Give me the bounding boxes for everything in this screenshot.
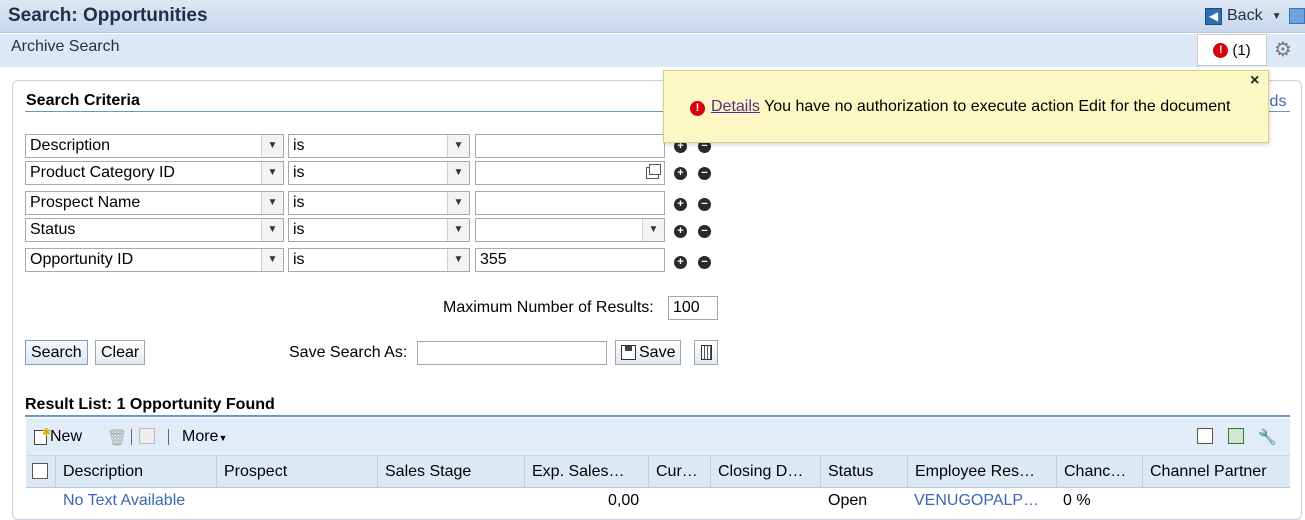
table-row	[26, 489, 1290, 515]
subtitle-bar	[0, 34, 1305, 67]
result-list-title: Result List: 1 Opportunity Found	[25, 396, 275, 413]
remove-row-icon[interactable]: −	[698, 256, 711, 269]
column-header-closing-date[interactable]: Closing D…	[710, 456, 820, 488]
criteria-operator-select[interactable]: is ▼	[288, 134, 470, 158]
result-employee-link[interactable]: VENUGOPALP…	[914, 492, 1039, 510]
dropdown-arrow-icon[interactable]: ▼	[642, 219, 664, 241]
personalize-wrench-icon[interactable]: 🔧	[1258, 428, 1277, 446]
criteria-value-input[interactable]	[475, 134, 665, 158]
fields-link[interactable]: lds	[1266, 93, 1286, 111]
exit-icon[interactable]	[1289, 8, 1305, 24]
criteria-field-select[interactable]: Opportunity ID ▼	[25, 248, 284, 272]
page-subtitle: Archive Search	[11, 38, 120, 55]
dropdown-arrow-icon[interactable]: ▼	[261, 249, 283, 271]
criteria-field-select[interactable]: Status ▼	[25, 218, 284, 242]
save-search-label: Save Search As:	[289, 344, 408, 361]
column-header-chance[interactable]: Chanc…	[1056, 456, 1142, 488]
column-header-channel-partner[interactable]: Channel Partner	[1142, 456, 1290, 488]
opportunity-id-input[interactable]: 355	[475, 248, 665, 272]
error-icon: !	[1213, 42, 1229, 58]
message-count: (1)	[1232, 41, 1251, 59]
back-label: Back	[1227, 7, 1263, 24]
gear-icon[interactable]: ⚙	[1274, 40, 1294, 60]
dropdown-arrow-icon[interactable]: ▼	[261, 219, 283, 241]
chevron-down-icon: ▼	[218, 433, 228, 443]
criteria-operator-select[interactable]: is ▼	[288, 218, 470, 242]
result-chance: 0 %	[1063, 492, 1091, 509]
column-header-exp-sales[interactable]: Exp. Sales…	[524, 456, 648, 488]
chart-icon[interactable]	[1197, 428, 1213, 444]
value-help-icon[interactable]	[646, 164, 661, 179]
result-status: Open	[828, 492, 868, 509]
new-button[interactable]: ✱ New	[34, 427, 82, 446]
toolbar-separator	[168, 429, 169, 445]
criteria-operator-select[interactable]: is ▼	[288, 161, 470, 185]
add-row-icon[interactable]: +	[674, 198, 687, 211]
column-header-status[interactable]: Status	[820, 456, 907, 488]
search-criteria-title: Search Criteria	[26, 92, 140, 109]
max-results-label: Maximum Number of Results:	[443, 299, 654, 316]
result-exp-sales: 0,00	[608, 492, 640, 509]
criteria-operator-select[interactable]: is ▼	[288, 248, 470, 272]
criteria-operator-select[interactable]: is ▼	[288, 191, 470, 215]
criteria-field-select[interactable]: Description ▼	[25, 134, 284, 158]
criteria-field-select[interactable]: Product Category ID ▼	[25, 161, 284, 185]
column-header-sales-stage[interactable]: Sales Stage	[377, 456, 524, 488]
details-link[interactable]: Details	[711, 98, 760, 115]
more-button[interactable]: More▼	[182, 428, 227, 446]
dropdown-arrow-icon[interactable]: ▼	[447, 249, 469, 271]
delete-icon[interactable]: 🗑	[107, 428, 127, 447]
column-header-employee[interactable]: Employee Res…	[907, 456, 1056, 488]
criteria-field-select[interactable]: Prospect Name ▼	[25, 191, 284, 215]
back-button[interactable]: ◀ Back ▼	[1205, 7, 1281, 25]
delete-saved-search-button[interactable]	[694, 340, 718, 365]
toolbar-separator	[131, 429, 132, 445]
remove-row-icon[interactable]: −	[698, 225, 711, 238]
criteria-value-input[interactable]	[475, 161, 665, 185]
clear-button[interactable]: Clear	[95, 340, 146, 365]
dropdown-arrow-icon[interactable]: ▼	[261, 192, 283, 214]
floppy-disk-icon	[621, 345, 636, 360]
hierarchy-icon[interactable]	[32, 463, 48, 479]
dropdown-arrow-icon[interactable]: ▼	[447, 192, 469, 214]
criteria-value-input[interactable]	[475, 191, 665, 215]
dropdown-arrow-icon[interactable]: ▼	[261, 162, 283, 184]
max-results-input[interactable]: 100	[668, 296, 718, 320]
back-arrow-icon: ◀	[1205, 7, 1222, 25]
result-divider	[25, 415, 1290, 417]
search-button[interactable]: Search	[25, 340, 88, 365]
message-indicator[interactable]: ! (1)	[1197, 34, 1267, 66]
add-row-icon[interactable]: +	[674, 225, 687, 238]
new-document-icon: ✱	[34, 427, 51, 445]
dropdown-arrow-icon[interactable]: ▼	[261, 135, 283, 157]
trash-icon	[700, 345, 712, 360]
remove-row-icon[interactable]: −	[698, 167, 711, 180]
page-title: Search: Opportunities	[8, 5, 208, 26]
column-header-prospect[interactable]: Prospect	[216, 456, 377, 488]
result-description-link[interactable]: No Text Available	[63, 492, 185, 510]
save-search-input[interactable]	[417, 341, 607, 365]
column-header-description[interactable]: Description	[55, 456, 216, 488]
dropdown-arrow-icon[interactable]: ▼	[447, 135, 469, 157]
criteria-value-select[interactable]: ▼	[475, 218, 665, 242]
dropdown-arrow-icon[interactable]: ▼	[447, 162, 469, 184]
add-row-icon[interactable]: +	[674, 256, 687, 269]
error-icon: !	[690, 101, 705, 116]
column-header-currency[interactable]: Cur…	[648, 456, 710, 488]
dropdown-arrow-icon[interactable]: ▼	[447, 219, 469, 241]
error-message: You have no authorization to execute act…	[764, 98, 1231, 115]
add-row-icon[interactable]: +	[674, 167, 687, 180]
remove-row-icon[interactable]: −	[698, 198, 711, 211]
save-button[interactable]: Save	[615, 340, 682, 365]
export-excel-icon[interactable]	[1228, 428, 1244, 444]
copy-icon[interactable]	[139, 428, 155, 444]
chevron-down-icon[interactable]: ▼	[1272, 11, 1282, 22]
close-icon[interactable]: ×	[1250, 72, 1259, 90]
error-message-text: Details You have no authorization to exe…	[711, 98, 1230, 116]
